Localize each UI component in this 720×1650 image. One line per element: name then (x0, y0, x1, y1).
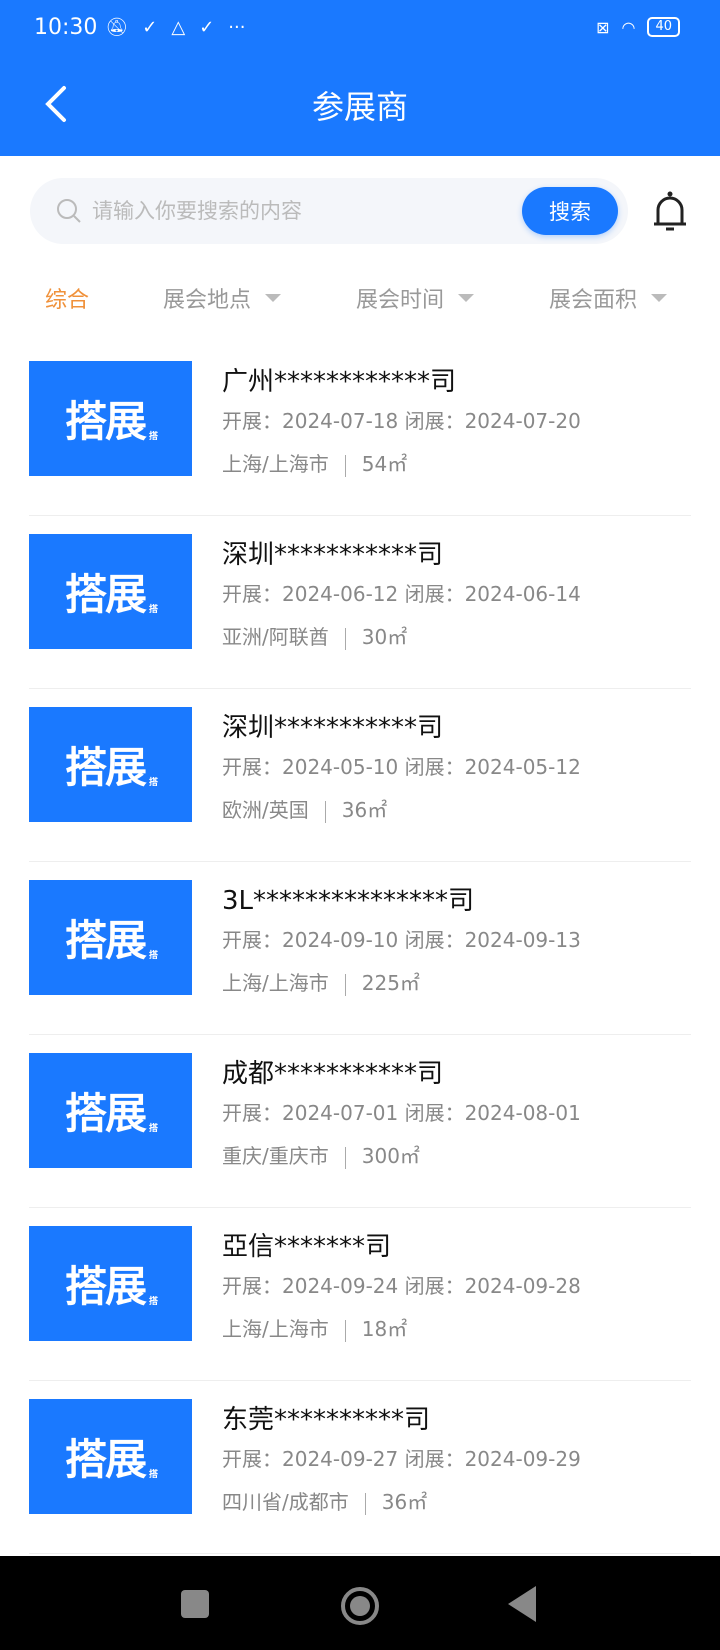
exhibit-location: 重庆/重庆市 (222, 1144, 329, 1168)
divider (324, 800, 326, 823)
filter-tabs: 综合 展会地点 展会时间 展会面积 (0, 282, 720, 318)
exhibitor-name: 深圳***********司 (222, 713, 444, 743)
exhibit-dates: 开展：2024-07-01 闭展：2024-08-01 (222, 1101, 581, 1125)
exhibitor-item[interactable]: 搭展搭 东莞**********司 开展：2024-09-27 闭展：2024-… (29, 1381, 691, 1554)
exhibit-area: 18㎡ (361, 1317, 408, 1341)
exhibit-dates: 开展：2024-09-27 闭展：2024-09-29 (222, 1447, 581, 1471)
exhibitor-item[interactable]: 搭展搭 广州************司 开展：2024-07-18 闭展：202… (29, 343, 691, 516)
check-icon: ✓ (142, 16, 158, 38)
dropdown-arrow-icon (458, 294, 475, 302)
exhibit-area: 54㎡ (361, 452, 408, 476)
mute-icon: 🔕︎ (105, 16, 129, 38)
status-time: 10:30 (34, 14, 98, 40)
search-input[interactable] (92, 199, 522, 223)
search-button[interactable]: 搜索 (522, 187, 618, 235)
tab-area[interactable]: 展会面积 (549, 282, 668, 314)
exhibitor-logo: 搭展搭 (29, 707, 192, 822)
exhibitor-item[interactable]: 搭展搭 3L***************司 开展：2024-09-10 闭展：… (29, 862, 691, 1035)
recents-icon[interactable] (181, 1590, 209, 1618)
exhibitor-logo: 搭展搭 (29, 1399, 192, 1514)
divider (344, 1146, 346, 1169)
exhibitor-item[interactable]: 搭展搭 深圳***********司 开展：2024-05-10 闭展：2024… (29, 689, 691, 862)
exhibitor-name: 亞信*******司 (222, 1232, 392, 1262)
exhibitor-item[interactable]: 搭展搭 深圳***********司 开展：2024-06-12 闭展：2024… (29, 516, 691, 689)
divider (364, 1492, 366, 1515)
exhibitor-name: 深圳***********司 (222, 540, 444, 570)
wifi-icon: ◠ (621, 17, 636, 37)
exhibit-dates: 开展：2024-09-24 闭展：2024-09-28 (222, 1274, 581, 1298)
exhibit-dates: 开展：2024-09-10 闭展：2024-09-13 (222, 928, 581, 952)
check-icon: ✓ (199, 16, 215, 38)
exhibitor-list: 搭展搭 广州************司 开展：2024-07-18 闭展：202… (29, 343, 691, 1554)
tab-time[interactable]: 展会时间 (356, 282, 475, 314)
page-title: 参展商 (311, 88, 408, 126)
back-nav-icon[interactable] (508, 1586, 536, 1622)
app-header: 10:30 🔕︎ ✓ △ ✓ ··· ⊠ ◠ 40 参展商 (0, 0, 720, 156)
exhibitor-item[interactable]: 搭展搭 成都***********司 开展：2024-07-01 闭展：2024… (29, 1035, 691, 1208)
divider (344, 1319, 346, 1342)
exhibitor-logo: 搭展搭 (29, 361, 192, 476)
exhibitor-logo: 搭展搭 (29, 534, 192, 649)
status-bar: 10:30 🔕︎ ✓ △ ✓ ··· ⊠ ◠ 40 (34, 12, 680, 42)
exhibitor-logo: 搭展搭 (29, 1226, 192, 1341)
tab-location[interactable]: 展会地点 (163, 282, 282, 314)
exhibitor-name: 东莞**********司 (222, 1405, 431, 1435)
exhibit-area: 36㎡ (341, 798, 388, 822)
exhibitor-name: 3L***************司 (222, 886, 475, 916)
more-icon: ··· (228, 16, 246, 38)
tab-comprehensive[interactable]: 综合 (45, 282, 89, 314)
divider (344, 627, 346, 650)
exhibit-dates: 开展：2024-05-10 闭展：2024-05-12 (222, 755, 581, 779)
exhibit-area: 300㎡ (361, 1144, 420, 1168)
divider (344, 973, 346, 996)
dropdown-arrow-icon (265, 294, 282, 302)
exhibit-location: 上海/上海市 (222, 971, 329, 995)
exhibitor-name: 广州************司 (222, 367, 457, 397)
drive-icon: △ (171, 16, 186, 38)
exhibit-area: 225㎡ (361, 971, 420, 995)
dropdown-arrow-icon (651, 294, 668, 302)
exhibit-location: 亚洲/阿联酋 (222, 625, 329, 649)
bell-icon[interactable] (650, 190, 690, 234)
system-nav-bar (0, 1556, 720, 1650)
exhibit-area: 30㎡ (361, 625, 408, 649)
exhibitor-name: 成都***********司 (222, 1059, 444, 1089)
exhibit-dates: 开展：2024-07-18 闭展：2024-07-20 (222, 409, 581, 433)
exhibit-location: 欧洲/英国 (222, 798, 309, 822)
exhibit-area: 36㎡ (381, 1490, 428, 1514)
exhibit-location: 上海/上海市 (222, 1317, 329, 1341)
exhibit-location: 上海/上海市 (222, 452, 329, 476)
home-icon[interactable] (340, 1586, 380, 1626)
search-icon (57, 199, 81, 223)
search-bar: 搜索 (30, 178, 628, 244)
divider (344, 454, 346, 477)
exhibitor-item[interactable]: 搭展搭 亞信*******司 开展：2024-09-24 闭展：2024-09-… (29, 1208, 691, 1381)
battery-icon: 40 (647, 17, 680, 37)
exhibitor-logo: 搭展搭 (29, 880, 192, 995)
sim-icon: ⊠ (596, 17, 610, 37)
exhibit-location: 四川省/成都市 (222, 1490, 349, 1514)
exhibitor-logo: 搭展搭 (29, 1053, 192, 1168)
exhibit-dates: 开展：2024-06-12 闭展：2024-06-14 (222, 582, 581, 606)
